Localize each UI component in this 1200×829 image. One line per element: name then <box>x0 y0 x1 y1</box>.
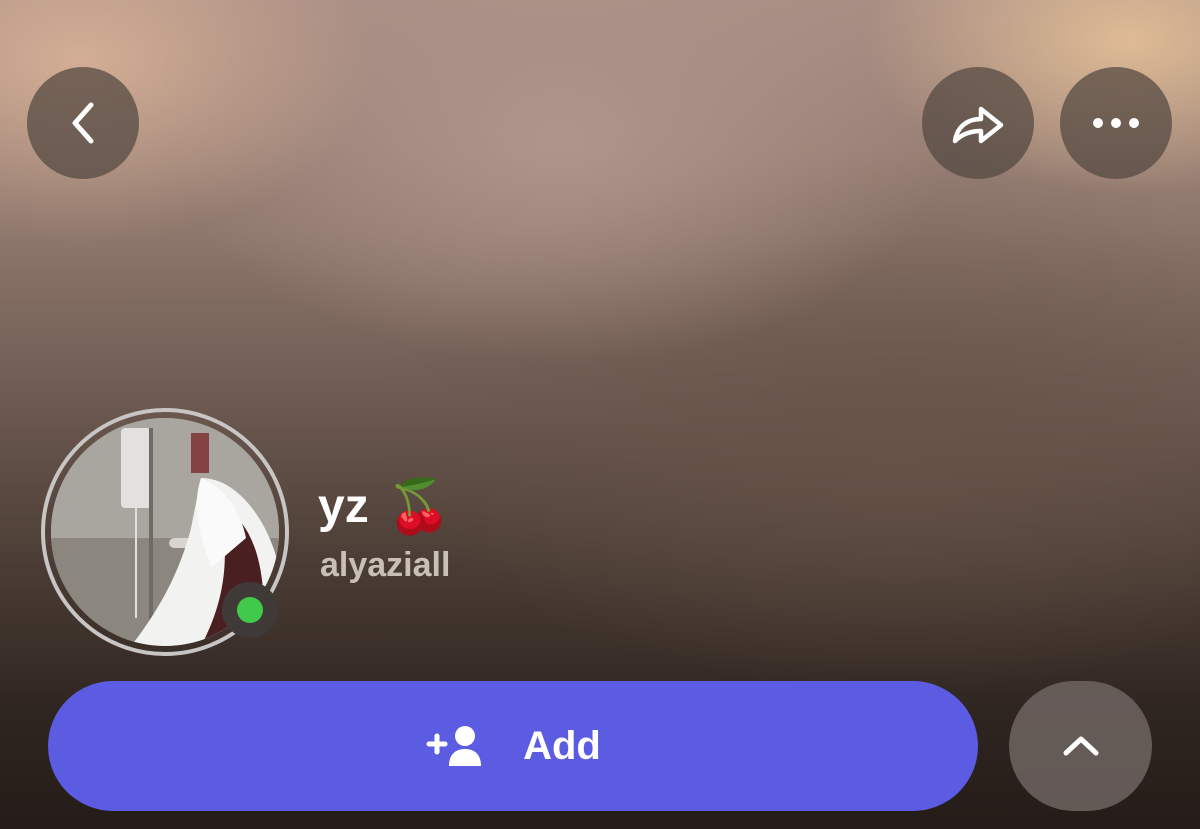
add-friend-button[interactable]: Add <box>48 681 978 811</box>
display-name: yz 🍒 <box>318 476 451 537</box>
share-arrow-icon <box>952 106 1004 144</box>
add-button-label: Add <box>523 723 601 768</box>
online-status-indicator <box>222 582 278 638</box>
cherry-emoji: 🍒 <box>386 478 452 536</box>
more-options-button[interactable] <box>1060 67 1172 179</box>
expand-button[interactable] <box>1009 681 1152 811</box>
profile-screen: yz 🍒 alyaziall Add <box>0 0 1200 829</box>
chevron-up-icon <box>1063 736 1098 756</box>
add-friend-icon <box>426 726 482 766</box>
username: alyaziall <box>320 546 451 584</box>
display-name-text: yz <box>318 480 369 533</box>
back-button[interactable] <box>27 67 139 179</box>
more-dots-icon <box>1093 118 1139 128</box>
share-button[interactable] <box>922 67 1034 179</box>
chevron-left-icon <box>72 102 94 144</box>
